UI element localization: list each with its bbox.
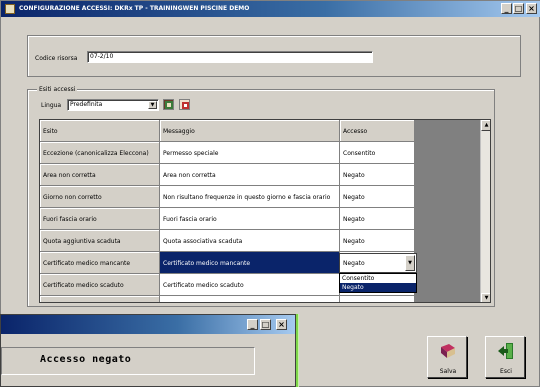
access-dropdown-list[interactable]: Consentito Negato — [339, 273, 417, 293]
language-value: Predefinita — [70, 101, 103, 108]
outcomes-grid[interactable]: Esito Messaggio Accesso Eccezione (canon… — [39, 119, 491, 303]
access-popup: _ □ × Accesso negato — [0, 314, 296, 387]
row-messaggio[interactable] — [160, 296, 340, 302]
row-esito: Giorno non corretto — [40, 186, 160, 208]
window-title: CONFIGURAZIONE ACCESSI: DKRx TP - TRAINI… — [19, 5, 250, 12]
outcomes-group-label: Esiti accessi — [37, 86, 78, 93]
row-accesso[interactable]: Negato — [340, 186, 415, 208]
access-dropdown-field[interactable]: Negato ▼ — [339, 253, 417, 273]
close-button[interactable]: × — [526, 3, 537, 14]
access-dropdown-value: Negato — [343, 260, 365, 267]
chevron-down-icon[interactable]: ▼ — [148, 101, 157, 109]
header-accesso: Accesso — [340, 120, 415, 142]
popup-message: Accesso negato — [1, 347, 255, 375]
row-messaggio[interactable]: Fuori fascia orario — [160, 208, 340, 230]
row-accesso[interactable]: Negato — [340, 208, 415, 230]
grid-header: Esito Messaggio Accesso — [40, 120, 415, 142]
popup-maximize-button[interactable]: □ — [260, 319, 271, 330]
grid-scrollbar[interactable]: ▲ ▼ — [480, 120, 490, 302]
language-edit-icon[interactable] — [163, 99, 174, 110]
row-esito: Certificato medico scaduto — [40, 274, 160, 296]
exit-button[interactable]: Esci — [485, 336, 525, 378]
row-esito: Eccezione (canonicalizza Eleccona) — [40, 142, 160, 164]
option-consentito[interactable]: Consentito — [340, 274, 416, 283]
scroll-up-icon[interactable]: ▲ — [481, 120, 490, 131]
access-dropdown[interactable]: Negato ▼ Consentito Negato — [339, 253, 417, 293]
maximize-button[interactable]: □ — [513, 3, 524, 14]
book-icon — [441, 344, 455, 358]
code-field[interactable]: 07-2/10 — [87, 51, 373, 63]
row-messaggio[interactable]: Quota associativa scaduta — [160, 230, 340, 252]
row-messaggio[interactable]: Certificato medico scaduto — [160, 274, 340, 296]
minimize-button[interactable]: _ — [501, 3, 512, 14]
popup-minimize-button[interactable]: _ — [247, 319, 258, 330]
app-icon — [5, 4, 15, 14]
code-label: Codice risorsa — [35, 55, 78, 62]
row-accesso[interactable]: Negato — [340, 164, 415, 186]
grid-empty-area — [415, 120, 480, 302]
row-esito: Fuori fascia orario — [40, 208, 160, 230]
row-messaggio[interactable]: Certificato medico mancante — [160, 252, 340, 274]
language-delete-icon[interactable] — [179, 99, 190, 110]
row-esito: Area non corretta — [40, 164, 160, 186]
header-esito: Esito — [40, 120, 160, 142]
exit-label: Esci — [500, 368, 512, 375]
row-accesso[interactable]: Consentito — [340, 142, 415, 164]
popup-title-bar[interactable]: _ □ × — [1, 315, 295, 334]
chevron-down-icon[interactable]: ▼ — [405, 255, 415, 271]
row-esito: Quota aggiuntiva scaduta — [40, 230, 160, 252]
save-label: Salva — [439, 368, 457, 375]
option-negato[interactable]: Negato — [340, 283, 416, 292]
scroll-down-icon[interactable]: ▼ — [481, 293, 490, 302]
row-messaggio[interactable]: Area non corretta — [160, 164, 340, 186]
row-accesso[interactable] — [340, 296, 415, 302]
row-esito: Certificato medico mancante — [40, 252, 160, 274]
language-select[interactable]: Predefinita ▼ — [67, 99, 159, 111]
exit-door-icon — [498, 343, 513, 359]
header-messaggio: Messaggio — [160, 120, 340, 142]
row-messaggio[interactable]: Non risultano frequenze in questo giorno… — [160, 186, 340, 208]
row-esito — [40, 296, 160, 302]
save-button[interactable]: Salva — [427, 336, 467, 378]
title-bar[interactable]: CONFIGURAZIONE ACCESSI: DKRx TP - TRAINI… — [1, 1, 540, 17]
language-label: Lingua — [41, 102, 62, 109]
popup-close-button[interactable]: × — [276, 319, 287, 330]
row-messaggio[interactable]: Permesso speciale — [160, 142, 340, 164]
row-accesso[interactable]: Negato — [340, 230, 415, 252]
